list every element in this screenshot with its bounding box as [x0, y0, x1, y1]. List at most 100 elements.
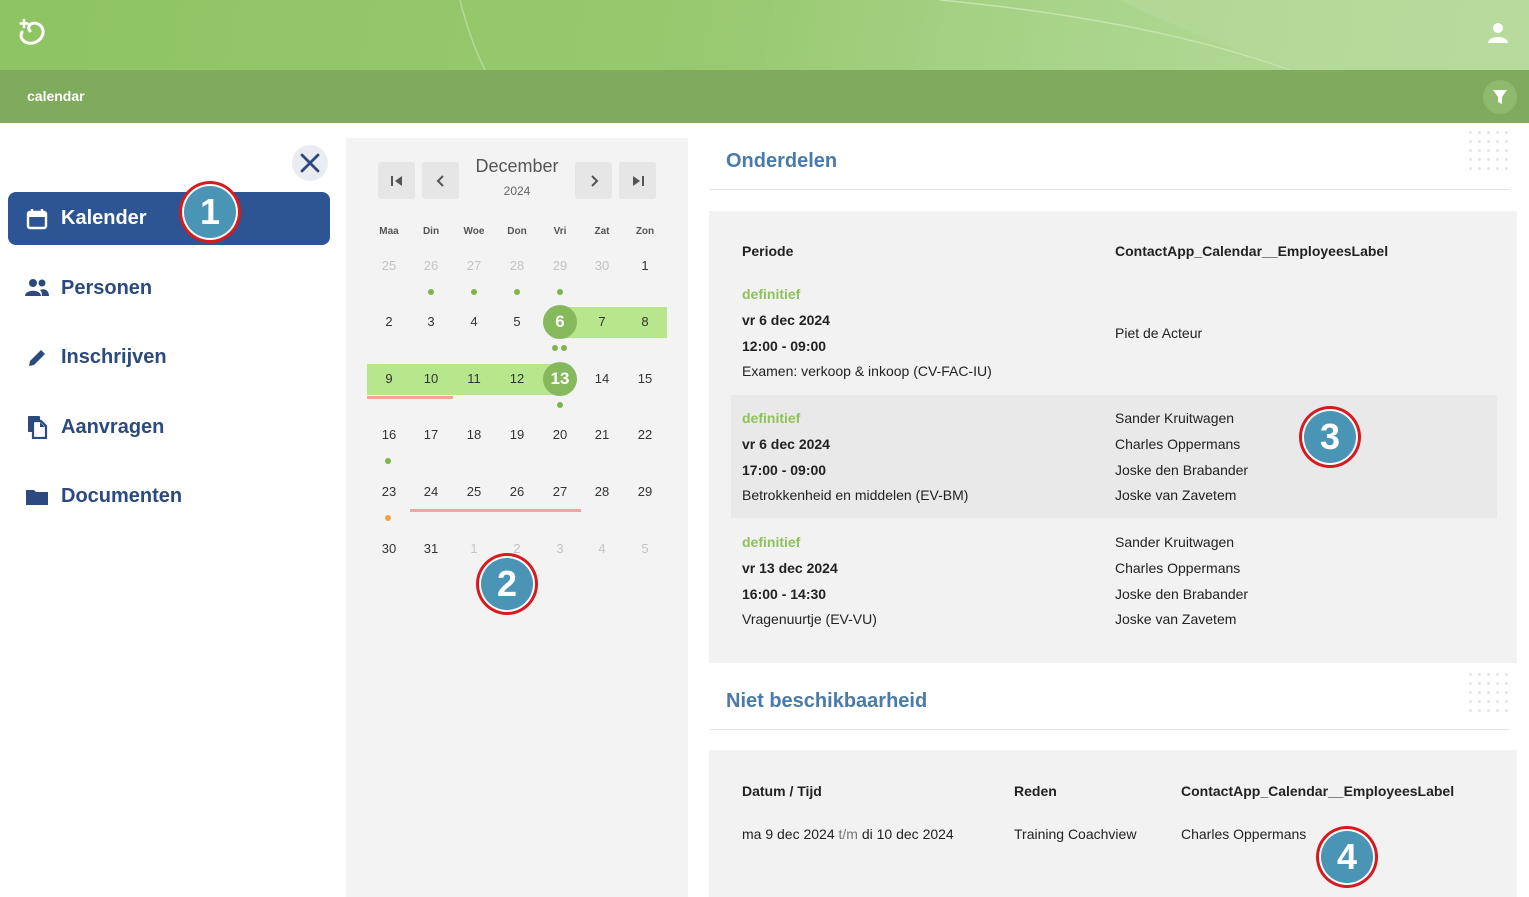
calendar-day[interactable]: 26: [497, 477, 537, 507]
calendar-day[interactable]: 21: [582, 420, 622, 450]
event-time: 12:00 - 09:00: [742, 338, 827, 354]
column-header-datum-tijd: Datum / Tijd: [742, 783, 822, 799]
calendar-day[interactable]: 30: [582, 251, 622, 281]
date-to: di 10 dec 2024: [861, 826, 954, 842]
event-dot-orange: [385, 515, 391, 521]
dots-decoration: [1466, 670, 1512, 716]
event-time: 17:00 - 09:00: [742, 462, 827, 478]
calendar-day[interactable]: 28: [497, 251, 537, 281]
event-dot: [514, 289, 520, 295]
calendar-day[interactable]: 16: [369, 420, 409, 450]
calendar-day[interactable]: 11: [454, 364, 494, 394]
sidebar-item-label: Kalender: [61, 207, 147, 229]
employee-name: Sander Kruitwagen: [1115, 534, 1235, 550]
calendar-day[interactable]: 1: [625, 251, 665, 281]
calendar-day[interactable]: 4: [454, 307, 494, 337]
calendar-day[interactable]: 29: [540, 251, 580, 281]
callout-marker: 4: [1316, 826, 1378, 888]
column-header-employees: ContactApp_Calendar__EmployeesLabel: [1181, 783, 1455, 799]
event-dot: [552, 345, 558, 351]
sidebar-item-documenten[interactable]: Documenten: [8, 470, 330, 523]
calendar-icon: [24, 206, 50, 232]
calendar-day-selected[interactable]: 13: [543, 362, 577, 396]
calendar-day[interactable]: 19: [497, 420, 537, 450]
employee-name: Piet de Acteur: [1115, 325, 1203, 341]
last-month-button[interactable]: [619, 162, 656, 199]
calendar-day[interactable]: 3: [540, 534, 580, 564]
filter-icon[interactable]: [1483, 80, 1517, 114]
calendar-day[interactable]: 2: [369, 307, 409, 337]
weekday-header: Maa: [379, 226, 399, 237]
prev-month-button[interactable]: [422, 162, 459, 199]
weekday-header: Woe: [463, 226, 485, 237]
calendar-day[interactable]: 30: [369, 534, 409, 564]
next-month-button[interactable]: [575, 162, 612, 199]
calendar-day[interactable]: 20: [540, 420, 580, 450]
calendar-day[interactable]: 5: [497, 307, 537, 337]
calendar-day[interactable]: 3: [411, 307, 451, 337]
sidebar-item-label: Aanvragen: [61, 415, 165, 438]
header-decoration: [459, 0, 1529, 70]
sidebar-item-personen[interactable]: Personen: [8, 262, 330, 315]
unavailability-marker: [410, 509, 581, 512]
dots-decoration: [1466, 128, 1512, 174]
sidebar-item-label: Personen: [61, 276, 153, 299]
pencil-icon: [24, 345, 50, 371]
sidebar-item-inschrijven[interactable]: Inschrijven: [8, 331, 330, 384]
calendar-day[interactable]: 14: [582, 364, 622, 394]
calendar-day[interactable]: 18: [454, 420, 494, 450]
sidebar-item-kalender[interactable]: Kalender: [8, 192, 330, 245]
event-date[interactable]: vr 13 dec 2024: [742, 560, 838, 576]
weekday-header: Zat: [594, 226, 610, 237]
date-separator: t/m: [838, 826, 858, 842]
section-title-onderdelen: Onderdelen: [726, 150, 838, 172]
employee-name: Charles Oppermans: [1115, 436, 1241, 452]
employee-name: Charles Oppermans: [1115, 560, 1241, 576]
calendar-day[interactable]: 29: [625, 477, 665, 507]
calendar-day[interactable]: 27: [454, 251, 494, 281]
calendar-day[interactable]: 27: [540, 477, 580, 507]
status-badge: definitief: [742, 534, 801, 550]
calendar-day[interactable]: 9: [369, 364, 409, 394]
calendar-day[interactable]: 25: [369, 251, 409, 281]
people-icon: [24, 275, 50, 301]
calendar-day[interactable]: 12: [497, 364, 537, 394]
calendar-day[interactable]: 31: [411, 534, 451, 564]
calendar-day[interactable]: 15: [625, 364, 665, 394]
first-month-button[interactable]: [378, 162, 415, 199]
calendar-day[interactable]: 23: [369, 477, 409, 507]
unavailability-panel: [709, 750, 1517, 897]
app-logo-icon[interactable]: [14, 14, 50, 50]
event-dot: [557, 289, 563, 295]
sub-bar: calendar: [0, 70, 1529, 123]
event-date[interactable]: vr 6 dec 2024: [742, 436, 830, 452]
section-title-niet-beschikbaarheid: Niet beschikbaarheid: [726, 690, 928, 712]
skip-last-icon: [632, 175, 644, 186]
calendar-day-selected[interactable]: 6: [543, 305, 577, 339]
event-description: Vragenuurtje (EV-VU): [742, 611, 877, 627]
calendar-day[interactable]: 24: [411, 477, 451, 507]
sidebar-item-aanvragen[interactable]: Aanvragen: [8, 401, 330, 454]
user-icon[interactable]: [1485, 20, 1511, 46]
calendar-day[interactable]: 25: [454, 477, 494, 507]
calendar-day[interactable]: 26: [411, 251, 451, 281]
event-date[interactable]: vr 6 dec 2024: [742, 312, 830, 328]
column-header-periode: Periode: [742, 243, 794, 259]
skip-first-icon: [390, 175, 402, 186]
calendar-day[interactable]: 10: [411, 364, 451, 394]
top-bar: [0, 0, 1529, 70]
calendar-day[interactable]: 5: [625, 534, 665, 564]
weekday-header: Zon: [635, 226, 655, 237]
calendar-day[interactable]: 7: [582, 307, 622, 337]
close-sidebar-button[interactable]: [292, 145, 328, 181]
event-dot: [428, 289, 434, 295]
calendar-day[interactable]: 4: [582, 534, 622, 564]
event-dot: [557, 402, 563, 408]
calendar-day[interactable]: 17: [411, 420, 451, 450]
calendar-day[interactable]: 8: [625, 307, 665, 337]
calendar-day[interactable]: 22: [625, 420, 665, 450]
calendar-day[interactable]: 28: [582, 477, 622, 507]
event-description: Examen: verkoop & inkoop (CV-FAC-IU): [742, 363, 992, 379]
copy-icon: [24, 414, 50, 440]
chevron-right-icon: [590, 174, 598, 187]
